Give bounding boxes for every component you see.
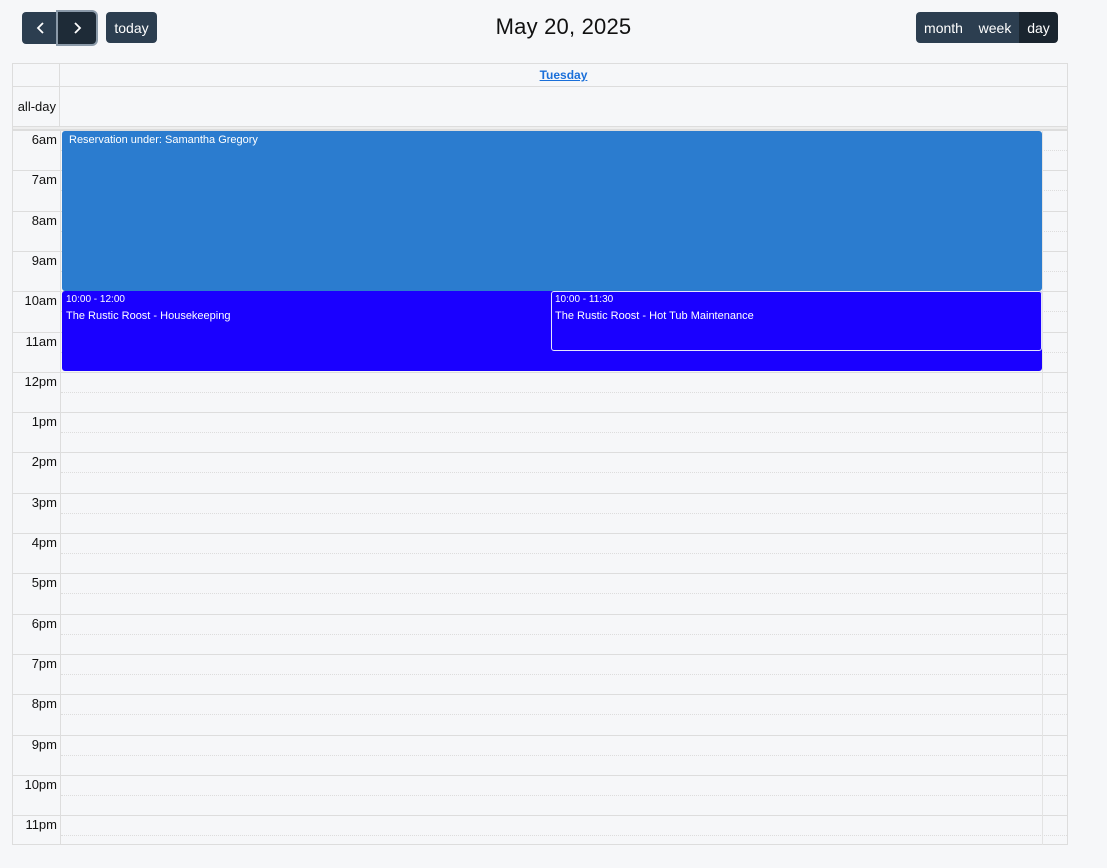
calendar-grid: Tuesday all-day 6am 7am 8am 9am 10am 11am 12pm… <box>12 63 1068 845</box>
time-slot-label: 6am <box>31 132 57 147</box>
time-slot-label: 8am <box>31 212 57 228</box>
slot-line <box>13 774 1067 776</box>
time-slot-row[interactable]: 1pm <box>13 412 1067 452</box>
today-button[interactable]: today <box>106 12 157 43</box>
half-slot-line <box>61 432 1067 434</box>
time-slot-row[interactable]: 6pm <box>13 613 1067 654</box>
time-slot-label: 12pm <box>24 373 57 389</box>
time-slot-label: 8pm <box>31 696 57 712</box>
slot-line <box>13 452 1067 454</box>
time-slot-label: 10pm <box>24 776 57 792</box>
slot-line <box>13 533 1067 534</box>
time-slot-row[interactable]: 7pm <box>13 653 1067 694</box>
day-header-link[interactable]: Tuesday <box>60 64 1067 87</box>
time-slot-label: 5pm <box>31 575 57 591</box>
allday-label: all-day <box>13 87 60 127</box>
time-slot-label: 6pm <box>31 615 57 631</box>
allday-row[interactable]: all-day <box>13 87 1067 127</box>
half-slot-line <box>61 835 1067 837</box>
time-slot-label: 11am <box>25 333 57 349</box>
gutter-divider <box>60 130 61 845</box>
half-slot-line <box>61 714 1067 716</box>
time-slot-label: 1pm <box>31 414 57 430</box>
time-slot-label: 4pm <box>31 535 57 550</box>
event-time: 10:00 - 11:30 <box>555 294 614 305</box>
half-slot-line <box>61 633 1067 635</box>
half-slot-line <box>61 512 1067 514</box>
week-view-button[interactable]: week <box>971 12 1019 43</box>
time-slot-row[interactable]: 11pm <box>13 815 1067 845</box>
half-slot-line <box>61 472 1067 474</box>
time-slot-row[interactable]: 8pm <box>13 694 1067 734</box>
time-slot-label: 10am <box>24 293 57 309</box>
slot-line <box>13 573 1067 575</box>
time-slot-label: 3pm <box>31 494 57 510</box>
half-slot-line <box>61 673 1067 675</box>
time-slot-label: 7am <box>31 172 57 188</box>
half-slot-line <box>61 391 1067 393</box>
header-gutter <box>13 64 60 87</box>
time-slot-row[interactable]: 10pm <box>13 774 1067 815</box>
slot-line <box>13 653 1067 655</box>
slot-line <box>13 694 1067 696</box>
event-reservation[interactable]: Reservation under: Samantha Gregory <box>62 131 1042 291</box>
half-slot-line <box>61 593 1067 595</box>
chevron-right-icon <box>74 22 82 34</box>
next-button[interactable] <box>58 12 96 44</box>
column-edge <box>1042 130 1043 845</box>
event-hot-tub-maintenance[interactable]: 10:00 - 11:30 The Rustic Roost - Hot Tub… <box>551 291 1042 351</box>
chevron-left-icon <box>36 22 44 34</box>
time-slot-row[interactable]: 9pm <box>13 734 1067 775</box>
half-slot-line <box>61 553 1067 554</box>
time-slot-label: 2pm <box>31 454 57 470</box>
time-slot-label: 9pm <box>31 736 57 752</box>
half-slot-line <box>61 794 1067 796</box>
month-view-button[interactable]: month <box>916 12 971 43</box>
time-slot-row[interactable]: 2pm <box>13 452 1067 492</box>
time-slot-label: 7pm <box>31 655 57 671</box>
calendar-toolbar: today May 20, 2025 month week day <box>0 0 1107 56</box>
slot-line <box>13 613 1067 615</box>
day-header-row: Tuesday <box>13 64 1067 87</box>
time-slot-row[interactable]: 4pm <box>13 533 1067 573</box>
event-title: The Rustic Roost - Hot Tub Maintenance <box>555 310 754 322</box>
time-slot-label: 9am <box>31 252 57 268</box>
time-slot-row[interactable]: 3pm <box>13 492 1067 533</box>
time-slot-row[interactable]: 12pm <box>13 371 1067 412</box>
slot-line <box>13 734 1067 736</box>
day-view-button[interactable]: day <box>1019 12 1058 43</box>
time-slot-label: 11pm <box>25 817 57 833</box>
slot-line <box>13 412 1067 414</box>
half-slot-line <box>61 754 1067 756</box>
slot-line <box>13 815 1067 817</box>
slot-line <box>13 492 1067 494</box>
slot-line <box>13 371 1067 373</box>
time-slot-row[interactable]: 5pm <box>13 573 1067 613</box>
time-grid[interactable]: 6am 7am 8am 9am 10am 11am 12pm 1pm 2pm 3pm 4pm 5pm 6… <box>13 130 1067 845</box>
event-title: Reservation under: Samantha Gregory <box>69 134 258 146</box>
calendar-title: May 20, 2025 <box>495 14 632 39</box>
prev-button[interactable] <box>22 12 59 44</box>
